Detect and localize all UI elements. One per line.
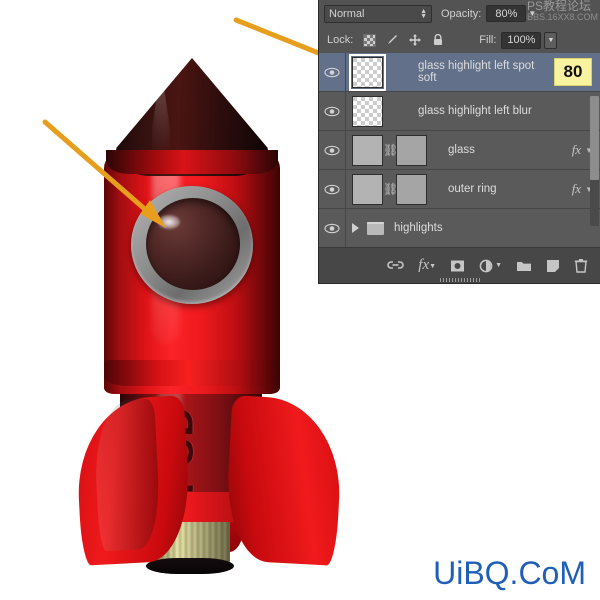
opacity-label: Opacity:: [441, 7, 482, 20]
layer-thumbnail[interactable]: [352, 134, 383, 166]
panel-bottom-toolbar: fx ▼ ▼: [319, 247, 600, 283]
new-layer-icon[interactable]: [546, 259, 560, 273]
chevron-updown-icon: ▲ ▼: [420, 7, 427, 20]
rocket-fin-left: [73, 395, 193, 566]
layer-mask-thumbnail[interactable]: [396, 173, 427, 205]
fill-label: Fill:: [479, 34, 497, 46]
blend-mode-select[interactable]: Normal ▲ ▼: [324, 4, 432, 23]
layer-name-label: glass highlight left spot soft: [418, 60, 535, 84]
layer-visibility-eye-icon[interactable]: [319, 53, 346, 91]
group-expand-triangle-icon[interactable]: [352, 223, 359, 233]
layers-scrollbar-thumb[interactable]: [590, 96, 599, 180]
layer-row[interactable]: ⛓glassfx▼: [319, 131, 600, 170]
layers-scrollbar[interactable]: [590, 96, 599, 226]
blend-mode-value: Normal: [329, 7, 365, 20]
layer-name-label: highlights: [394, 222, 443, 234]
layer-thumbnail-wrap: [346, 95, 412, 127]
fill-input[interactable]: 100%: [501, 31, 542, 49]
layer-thumbnail-wrap: ⛓: [346, 134, 442, 166]
adjustment-layer-icon[interactable]: ▼: [479, 259, 502, 273]
delete-layer-icon[interactable]: [574, 258, 588, 273]
fill-chevron-down-icon[interactable]: ▼: [544, 31, 558, 49]
rocket-porthole-glass: [146, 198, 240, 290]
lock-icon[interactable]: [431, 33, 445, 47]
brush-icon[interactable]: [385, 33, 399, 47]
layer-thumbnail[interactable]: [349, 53, 386, 91]
layer-visibility-eye-icon[interactable]: [319, 131, 346, 169]
layer-row[interactable]: glass highlight left spot soft 80: [319, 53, 600, 92]
layer-thumbnail[interactable]: [352, 95, 383, 127]
new-group-icon[interactable]: [516, 259, 532, 272]
layer-name-label: outer ring: [448, 183, 497, 195]
rocket-body-collar: [104, 360, 280, 386]
layer-row[interactable]: glass highlight left blur: [319, 92, 600, 131]
layer-row[interactable]: ⛓outer ringfx▼: [319, 170, 600, 209]
panel-resize-grip[interactable]: [439, 278, 480, 282]
layer-name-label: glass: [448, 144, 475, 156]
group-folder-icon: [367, 221, 384, 235]
move-icon[interactable]: [408, 33, 422, 47]
layer-thumbnail-wrap: [346, 53, 412, 91]
layer-row[interactable]: highlights: [319, 209, 600, 247]
panel-lock-bar: Lock: Fill: 100% ▼: [319, 27, 600, 53]
layer-mask-thumbnail[interactable]: [396, 134, 427, 166]
layers-panel: Normal ▲ ▼ Opacity: 80% ▼ PS教程论坛 BBS.16XX…: [318, 0, 600, 284]
mask-link-icon[interactable]: ⛓: [383, 143, 398, 157]
rocket-fin-right: [223, 395, 345, 566]
opacity-input[interactable]: 80%: [486, 5, 527, 22]
rocket-nose-base: [106, 150, 278, 174]
layer-effects-fx-icon[interactable]: fx: [572, 181, 585, 197]
rocket-illustration: PSD: [0, 0, 360, 600]
panel-blend-bar: Normal ▲ ▼ Opacity: 80% ▼: [319, 0, 600, 27]
opacity-chevron-down-icon[interactable]: ▼: [528, 9, 536, 18]
add-layer-mask-icon[interactable]: [450, 259, 465, 273]
rocket-nose-shine: [152, 66, 170, 156]
layer-effects-fx-icon[interactable]: fx: [572, 142, 585, 158]
opacity-highlight-badge: 80: [554, 58, 592, 86]
layer-name-label: glass highlight left blur: [418, 105, 532, 117]
rocket-nozzle-ring-bottom: [146, 558, 234, 574]
rocket-porthole-highlight-spot: [158, 215, 180, 229]
transparency-checker-icon[interactable]: [362, 33, 376, 47]
layers-list[interactable]: glass highlight left spot soft 80 glass hi…: [319, 53, 600, 247]
lock-label: Lock:: [327, 34, 354, 46]
layer-visibility-eye-icon[interactable]: [319, 170, 346, 208]
layer-thumbnail-wrap: ⛓: [346, 173, 442, 205]
layer-thumbnail[interactable]: [352, 173, 383, 205]
link-layers-icon[interactable]: [387, 259, 405, 272]
layer-visibility-eye-icon[interactable]: [319, 209, 346, 247]
mask-link-icon[interactable]: ⛓: [383, 182, 398, 196]
layer-visibility-eye-icon[interactable]: [319, 92, 346, 130]
site-watermark: UiBQ.CoM: [433, 555, 586, 591]
add-layer-style-icon[interactable]: fx ▼: [418, 257, 436, 274]
